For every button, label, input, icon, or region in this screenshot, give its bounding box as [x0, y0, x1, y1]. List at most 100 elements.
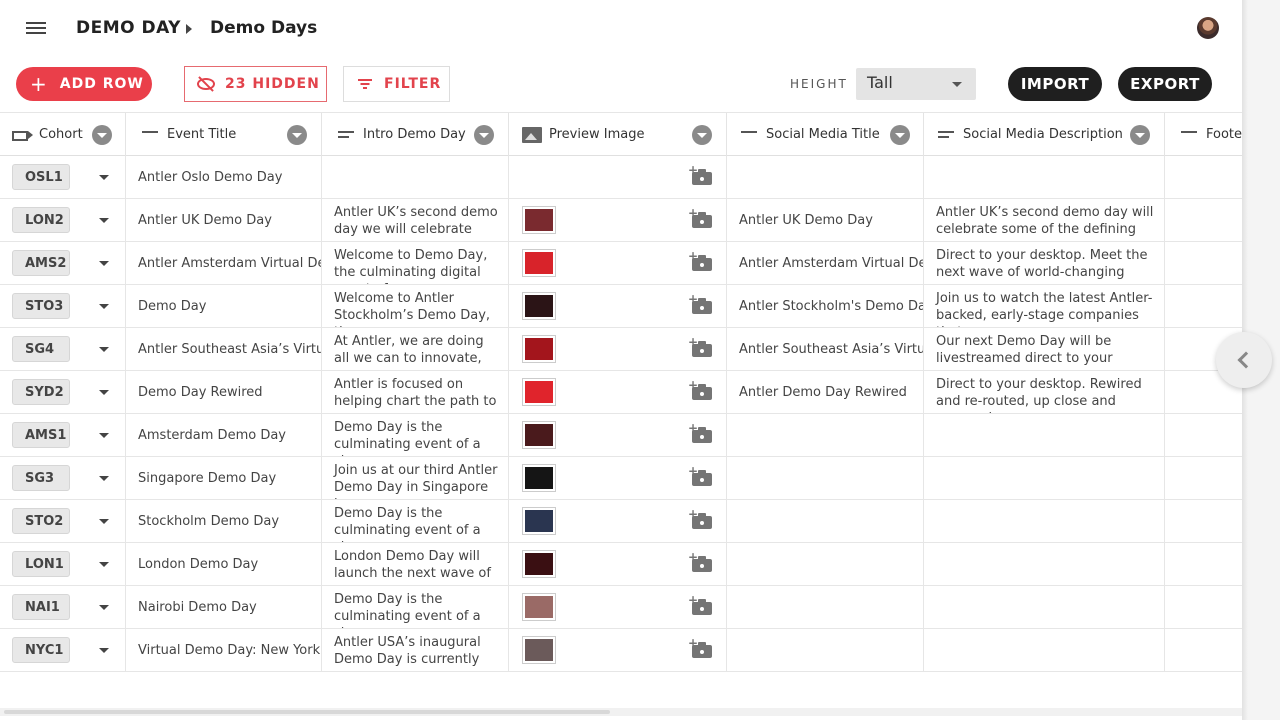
- preview-image-thumbnail[interactable]: [522, 464, 556, 492]
- footer-cell[interactable]: [1165, 414, 1242, 456]
- cohort-cell[interactable]: LON2: [0, 199, 126, 241]
- add-photo-icon[interactable]: +: [688, 163, 712, 185]
- event-title-cell[interactable]: Antler UK Demo Day: [126, 199, 322, 241]
- preview-image-thumbnail[interactable]: [522, 249, 556, 277]
- horizontal-scrollbar[interactable]: [0, 708, 1242, 716]
- caret-down-icon[interactable]: [99, 347, 109, 352]
- hamburger-icon[interactable]: [26, 20, 46, 36]
- table-row[interactable]: SG3 Singapore Demo Day Join us at our thir…: [0, 457, 1242, 500]
- footer-cell[interactable]: [1165, 242, 1242, 284]
- cohort-cell[interactable]: STO2: [0, 500, 126, 542]
- column-header-footer[interactable]: Footer: [1165, 113, 1242, 156]
- table-row[interactable]: AMS1 Amsterdam Demo Day Demo Day is the cu…: [0, 414, 1242, 457]
- social-media-description-cell[interactable]: Direct to your desktop. Meet the next wa…: [924, 242, 1165, 284]
- table-row[interactable]: NAI1 Nairobi Demo Day Demo Day is the culm…: [0, 586, 1242, 629]
- preview-image-cell[interactable]: +: [509, 500, 727, 542]
- caret-down-icon[interactable]: [99, 562, 109, 567]
- add-photo-icon[interactable]: +: [688, 593, 712, 615]
- intro-demo-day-cell[interactable]: Antler USA’s inaugural Demo Day is curre…: [322, 629, 509, 671]
- cohort-cell[interactable]: NYC1: [0, 629, 126, 671]
- social-media-description-cell[interactable]: [924, 156, 1165, 198]
- intro-demo-day-cell[interactable]: Join us at our third Antler Demo Day in …: [322, 457, 509, 499]
- social-media-title-cell[interactable]: Antler Amsterdam Virtual Demo Day: [727, 242, 924, 284]
- event-title-cell[interactable]: London Demo Day: [126, 543, 322, 585]
- cohort-cell[interactable]: LON1: [0, 543, 126, 585]
- preview-image-cell[interactable]: +: [509, 457, 727, 499]
- import-button[interactable]: IMPORT: [1008, 67, 1102, 101]
- hidden-fields-button[interactable]: 23 HIDDEN: [184, 66, 327, 102]
- cohort-chip[interactable]: STO2: [12, 508, 70, 534]
- footer-cell[interactable]: [1165, 156, 1242, 198]
- social-media-title-cell[interactable]: [727, 586, 924, 628]
- scrollbar-thumb[interactable]: [4, 710, 610, 714]
- cohort-cell[interactable]: NAI1: [0, 586, 126, 628]
- column-header-social-media-title[interactable]: Social Media Title: [727, 113, 924, 156]
- cohort-chip[interactable]: LON2: [12, 207, 70, 233]
- cohort-chip[interactable]: SYD2: [12, 379, 70, 405]
- event-title-cell[interactable]: Stockholm Demo Day: [126, 500, 322, 542]
- preview-image-thumbnail[interactable]: [522, 335, 556, 363]
- cohort-cell[interactable]: SG4: [0, 328, 126, 370]
- breadcrumb-root[interactable]: DEMO DAY: [76, 18, 181, 38]
- table-row[interactable]: SG4 Antler Southeast Asia’s Virtual Demo …: [0, 328, 1242, 371]
- intro-demo-day-cell[interactable]: Demo Day is the culminating event of a s…: [322, 414, 509, 456]
- column-header-intro-demo-day[interactable]: Intro Demo Day: [322, 113, 509, 156]
- caret-down-icon[interactable]: [99, 433, 109, 438]
- intro-demo-day-cell[interactable]: Demo Day is the culminating event of a s…: [322, 586, 509, 628]
- add-photo-icon[interactable]: +: [688, 335, 712, 357]
- caret-down-icon[interactable]: [99, 261, 109, 266]
- social-media-description-cell[interactable]: Antler UK’s second demo day will celebra…: [924, 199, 1165, 241]
- table-row[interactable]: NYC1 Virtual Demo Day: New York Antler USA…: [0, 629, 1242, 672]
- event-title-cell[interactable]: Singapore Demo Day: [126, 457, 322, 499]
- column-menu-icon[interactable]: [287, 125, 307, 145]
- event-title-cell[interactable]: Virtual Demo Day: New York: [126, 629, 322, 671]
- cohort-cell[interactable]: STO3: [0, 285, 126, 327]
- caret-down-icon[interactable]: [99, 605, 109, 610]
- event-title-cell[interactable]: Amsterdam Demo Day: [126, 414, 322, 456]
- add-photo-icon[interactable]: +: [688, 550, 712, 572]
- table-row[interactable]: AMS2Antler Amsterdam Virtual Demo DayWel…: [0, 242, 1242, 285]
- intro-demo-day-cell[interactable]: Antler UK’s second demo day we will cele…: [322, 199, 509, 241]
- intro-demo-day-cell[interactable]: Antler is focused on helping chart the p…: [322, 371, 509, 413]
- avatar[interactable]: [1197, 17, 1219, 39]
- footer-cell[interactable]: [1165, 285, 1242, 327]
- footer-cell[interactable]: [1165, 457, 1242, 499]
- event-title-cell[interactable]: Antler Southeast Asia’s Virtual Demo Day: [126, 328, 322, 370]
- social-media-title-cell[interactable]: Antler Demo Day Rewired: [727, 371, 924, 413]
- table-row[interactable]: LON1 London Demo Day London Demo Day will …: [0, 543, 1242, 586]
- preview-image-cell[interactable]: +: [509, 199, 727, 241]
- intro-demo-day-cell[interactable]: [322, 156, 509, 198]
- cohort-cell[interactable]: SYD2: [0, 371, 126, 413]
- add-photo-icon[interactable]: +: [688, 249, 712, 271]
- cohort-chip[interactable]: STO3: [12, 293, 70, 319]
- preview-image-cell[interactable]: +: [509, 629, 727, 671]
- height-select[interactable]: Tall: [856, 68, 976, 100]
- footer-cell[interactable]: [1165, 586, 1242, 628]
- social-media-title-cell[interactable]: Antler Stockholm's Demo Day - Antler: [727, 285, 924, 327]
- column-header-event-title[interactable]: Event Title: [126, 113, 322, 156]
- preview-image-cell[interactable]: +: [509, 328, 727, 370]
- social-media-description-cell[interactable]: [924, 629, 1165, 671]
- column-header-preview-image[interactable]: Preview Image: [509, 113, 727, 156]
- footer-cell[interactable]: [1165, 629, 1242, 671]
- footer-cell[interactable]: [1165, 199, 1242, 241]
- intro-demo-day-cell[interactable]: Welcome to Antler Stockholm’s Demo Day, …: [322, 285, 509, 327]
- column-menu-icon[interactable]: [474, 125, 494, 145]
- column-header-cohort[interactable]: Cohort: [0, 113, 126, 156]
- event-title-cell[interactable]: Demo Day Rewired: [126, 371, 322, 413]
- social-media-title-cell[interactable]: [727, 457, 924, 499]
- preview-image-thumbnail[interactable]: [522, 636, 556, 664]
- preview-image-thumbnail[interactable]: [522, 206, 556, 234]
- table-row[interactable]: LON2 Antler UK Demo Day Antler UK’s second…: [0, 199, 1242, 242]
- social-media-description-cell[interactable]: [924, 543, 1165, 585]
- cohort-cell[interactable]: SG3: [0, 457, 126, 499]
- add-photo-icon[interactable]: +: [688, 507, 712, 529]
- column-menu-icon[interactable]: [890, 125, 910, 145]
- preview-image-cell[interactable]: +: [509, 156, 727, 198]
- social-media-description-cell[interactable]: [924, 500, 1165, 542]
- preview-image-cell[interactable]: +: [509, 414, 727, 456]
- intro-demo-day-cell[interactable]: Welcome to Demo Day, the culminating dig…: [322, 242, 509, 284]
- social-media-title-cell[interactable]: [727, 543, 924, 585]
- column-menu-icon[interactable]: [1130, 125, 1150, 145]
- social-media-title-cell[interactable]: Antler UK Demo Day: [727, 199, 924, 241]
